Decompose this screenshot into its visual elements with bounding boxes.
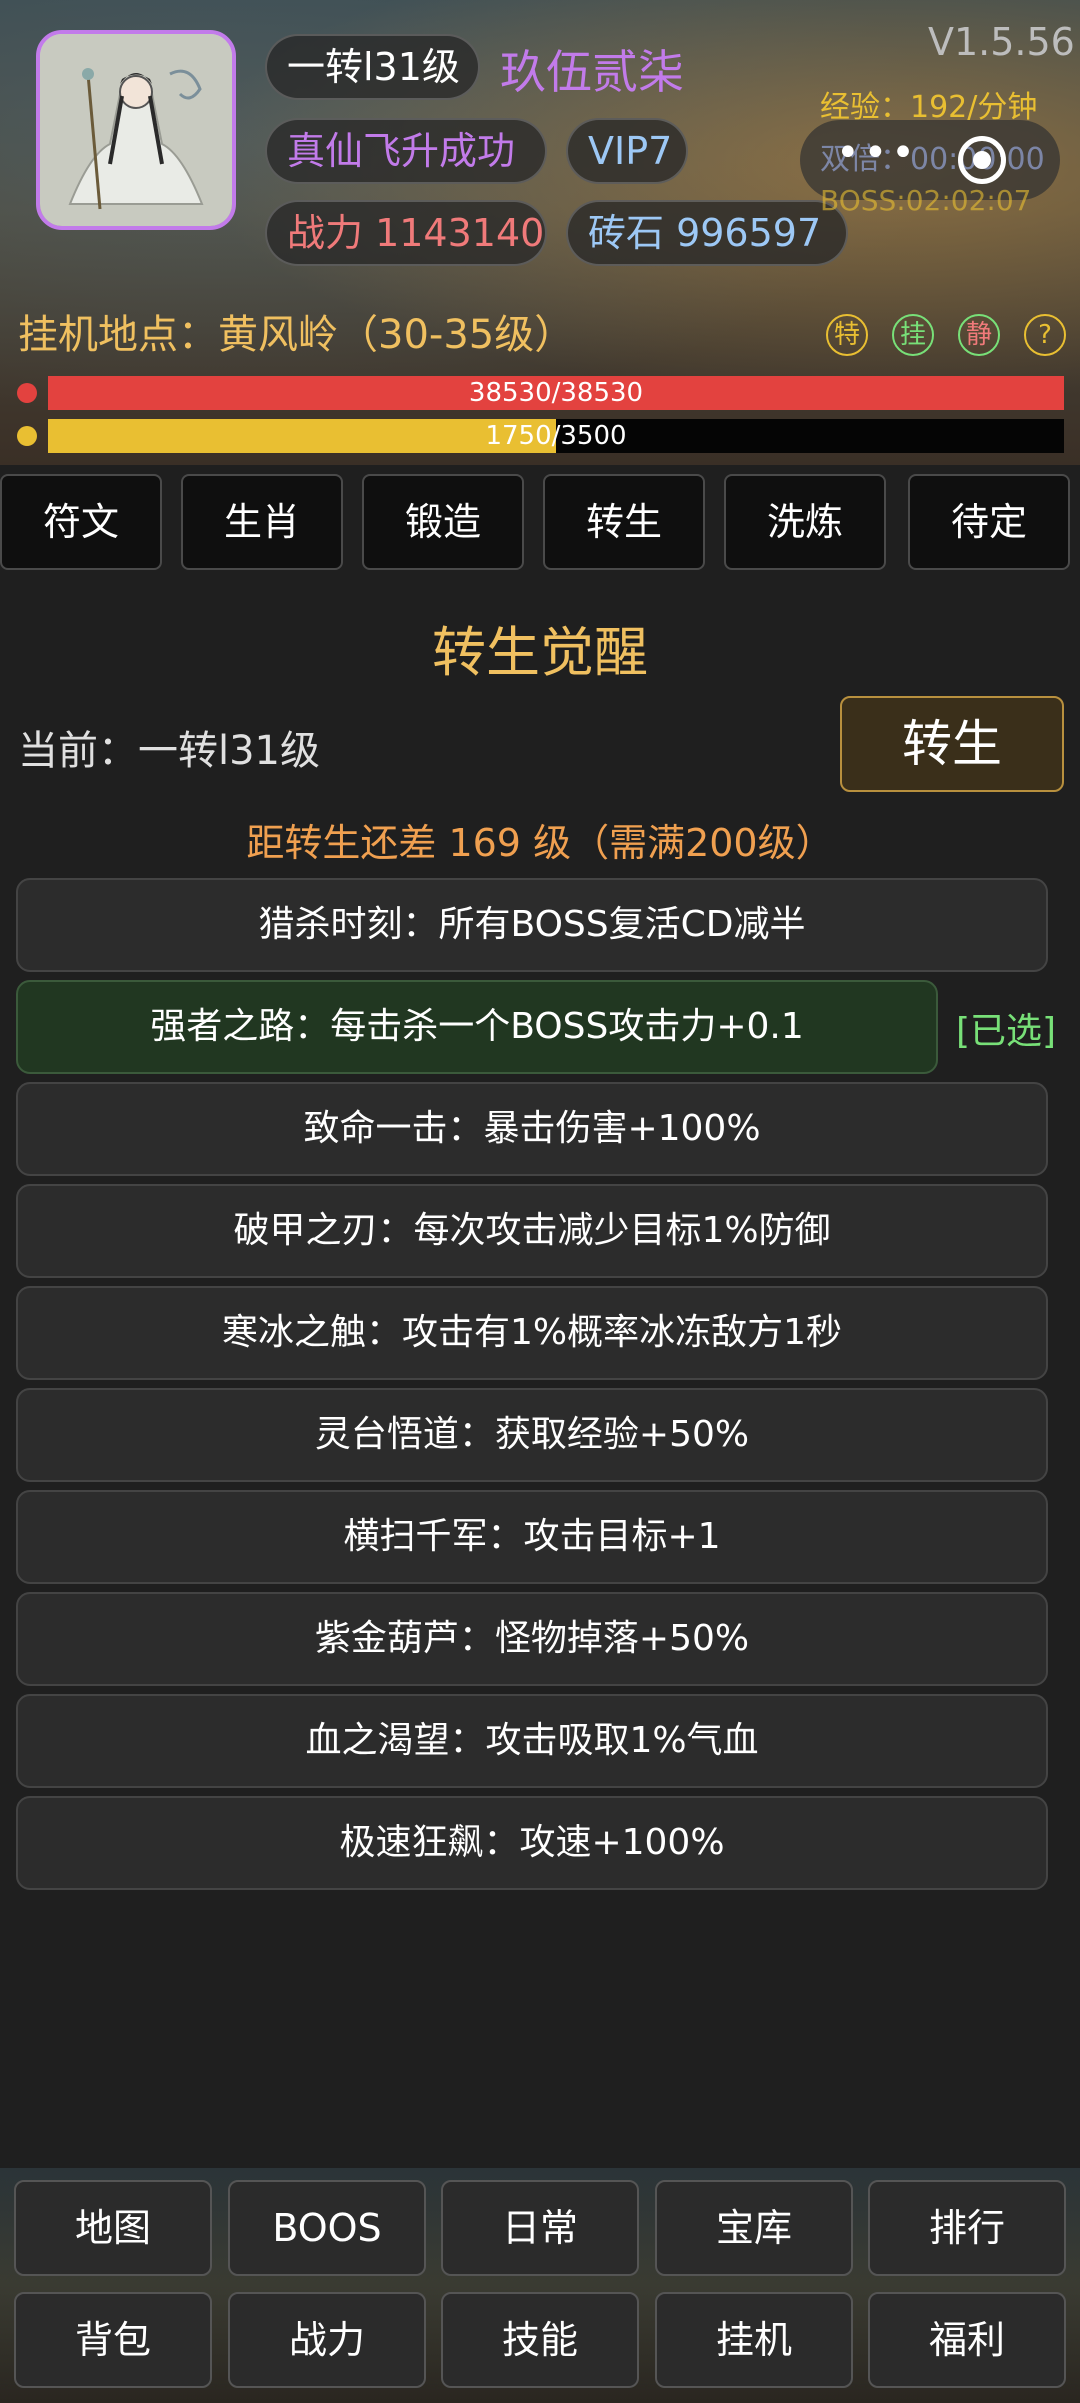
awakening-option[interactable]: 横扫千军：攻击目标+1 xyxy=(16,1490,1048,1584)
mp-bar-text: 1750/3500 xyxy=(485,421,627,451)
nav-backpack[interactable]: 背包 xyxy=(14,2292,212,2388)
gems-badge: 砖石 996597 xyxy=(566,200,848,266)
idle-status-icon[interactable]: 挂 xyxy=(892,314,934,356)
rebirth-panel: 转生觉醒 当前：一转l31级 转生 距转生还差 169 级（需满200级） 猎杀… xyxy=(0,578,1080,2168)
hp-bar-text: 38530/38530 xyxy=(468,378,644,408)
close-miniprogram-icon[interactable] xyxy=(958,136,1006,184)
tab-forge[interactable]: 锻造 xyxy=(362,474,524,570)
awakening-option[interactable]: 紫金葫芦：怪物掉落+50% xyxy=(16,1592,1048,1686)
awakening-option-selected[interactable]: 强者之路：每击杀一个BOSS攻击力+0.1 xyxy=(16,980,938,1074)
hp-bar: 38530/38530 xyxy=(48,376,1064,410)
nav-treasury[interactable]: 宝库 xyxy=(655,2180,853,2276)
nav-boss[interactable]: BOOS xyxy=(228,2180,426,2276)
awakening-option[interactable]: 猎杀时刻：所有BOSS复活CD减半 xyxy=(16,878,1048,972)
selected-tag: [已选] xyxy=(956,1011,1057,1052)
ascension-status-badge: 真仙飞升成功 xyxy=(265,118,547,184)
mp-bar: 1750/3500 xyxy=(48,419,1064,453)
rebirth-level-badge: 一转l31级 xyxy=(265,34,480,100)
awakening-option[interactable]: 破甲之刃：每次攻击减少目标1%防御 xyxy=(16,1184,1048,1278)
combat-power-badge: 战力 1143140 xyxy=(265,200,547,266)
player-name: 玖伍贰柒 xyxy=(500,45,684,99)
special-status-icon[interactable]: 特 xyxy=(826,314,868,356)
mute-status-icon[interactable]: 静 xyxy=(958,314,1000,356)
nav-skills[interactable]: 技能 xyxy=(441,2292,639,2388)
help-icon[interactable]: ? xyxy=(1024,314,1066,356)
nav-ranking[interactable]: 排行 xyxy=(868,2180,1066,2276)
nav-power[interactable]: 战力 xyxy=(228,2292,426,2388)
hp-dot-icon xyxy=(17,383,37,403)
tab-refine[interactable]: 洗炼 xyxy=(724,474,886,570)
nav-idle[interactable]: 挂机 xyxy=(655,2292,853,2388)
nav-welfare[interactable]: 福利 xyxy=(868,2292,1066,2388)
player-avatar[interactable] xyxy=(36,30,236,230)
tab-pending[interactable]: 待定 xyxy=(908,474,1070,570)
more-menu-icon[interactable]: ••• xyxy=(836,130,919,176)
nav-map[interactable]: 地图 xyxy=(14,2180,212,2276)
tab-rebirth[interactable]: 转生 xyxy=(543,474,705,570)
tab-runes[interactable]: 符文 xyxy=(0,474,162,570)
player-header: 一转l31级 玖伍贰柒 V1.5.56 真仙飞升成功 VIP7 战力 11431… xyxy=(0,0,1080,465)
rebirth-button[interactable]: 转生 xyxy=(840,696,1064,792)
boss-timer: BOSS:02:02:07 xyxy=(820,184,1032,217)
bottom-nav: 地图 BOOS 日常 宝库 排行 背包 战力 技能 挂机 福利 xyxy=(0,2168,1080,2403)
nav-daily[interactable]: 日常 xyxy=(441,2180,639,2276)
tab-zodiac[interactable]: 生肖 xyxy=(181,474,343,570)
mp-dot-icon xyxy=(17,426,37,446)
current-level-label: 当前：一转l31级 xyxy=(18,728,321,774)
awakening-option[interactable]: 极速狂飙：攻速+100% xyxy=(16,1796,1048,1890)
panel-title: 转生觉醒 xyxy=(432,621,648,684)
character-portrait-icon xyxy=(40,34,232,226)
awakening-option[interactable]: 致命一击：暴击伤害+100% xyxy=(16,1082,1048,1176)
idle-location-label: 挂机地点：黄风岭（30-35级） xyxy=(18,312,575,358)
vip-badge: VIP7 xyxy=(566,118,688,184)
awakening-option[interactable]: 寒冰之触：攻击有1%概率冰冻敌方1秒 xyxy=(16,1286,1048,1380)
rebirth-requirement: 距转生还差 169 级（需满200级） xyxy=(246,821,834,865)
awakening-option[interactable]: 灵台悟道：获取经验+50% xyxy=(16,1388,1048,1482)
version-label: V1.5.56 xyxy=(928,20,1075,64)
awakening-option[interactable]: 血之渴望：攻击吸取1%气血 xyxy=(16,1694,1048,1788)
